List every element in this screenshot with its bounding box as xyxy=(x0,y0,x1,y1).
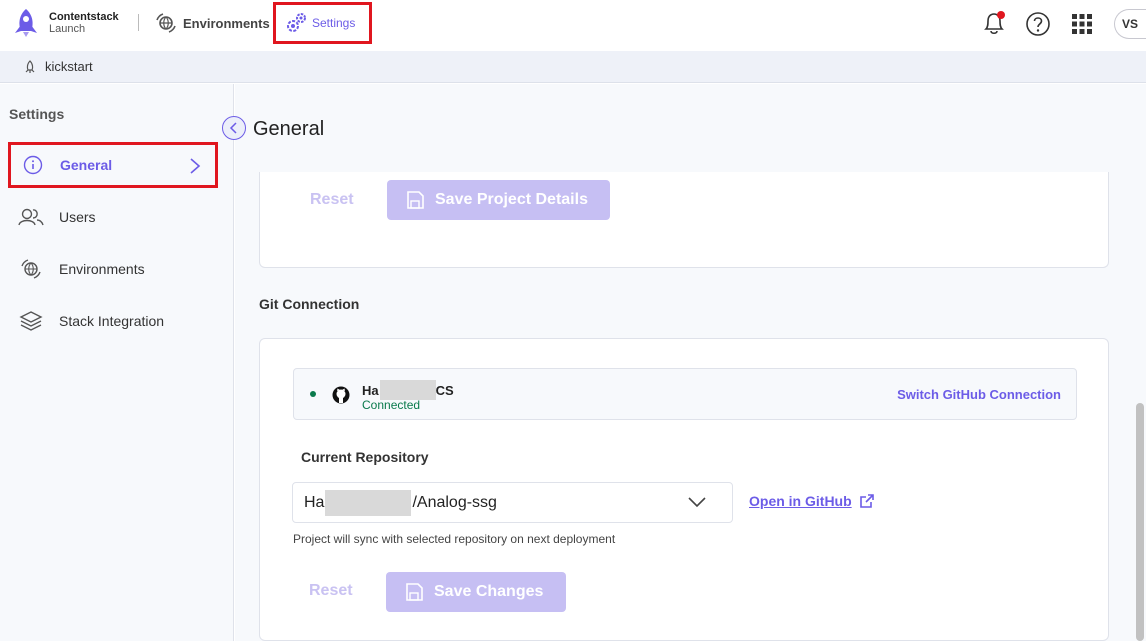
sidebar-item-environments[interactable]: Environments xyxy=(18,257,145,281)
save-icon xyxy=(406,583,423,601)
chevron-right-icon xyxy=(190,158,201,174)
save-changes-button[interactable]: Save Changes xyxy=(386,572,566,612)
chevron-down-icon xyxy=(688,497,706,508)
github-icon xyxy=(332,386,350,404)
nav-environments-label: Environments xyxy=(183,15,270,31)
brand-subtitle: Launch xyxy=(49,23,86,35)
gears-icon xyxy=(287,13,306,32)
project-bar: kickstart xyxy=(0,51,1146,83)
repo-suffix: /Analog-ssg xyxy=(412,493,497,511)
brand-name: Contentstack xyxy=(49,11,119,23)
help-icon[interactable] xyxy=(1025,11,1051,37)
github-connection-box: Ha CS Connected Switch GitHub Connection xyxy=(293,368,1077,420)
save-project-details-label: Save Project Details xyxy=(435,191,588,208)
users-icon xyxy=(18,208,44,226)
layers-icon xyxy=(19,311,43,331)
repository-sync-hint: Project will sync with selected reposito… xyxy=(293,532,616,546)
settings-sidebar: Settings General Users Environments Stac… xyxy=(0,84,234,641)
account-prefix: Ha xyxy=(362,382,379,398)
current-repository-label: Current Repository xyxy=(301,449,429,465)
rocket-icon xyxy=(15,9,37,37)
project-name[interactable]: kickstart xyxy=(45,59,93,74)
save-changes-label: Save Changes xyxy=(434,583,544,600)
main-content: General Reset Save Project Details Git C… xyxy=(235,84,1146,641)
open-in-github-label: Open in GitHub xyxy=(749,493,852,509)
sidebar-item-label: Stack Integration xyxy=(59,313,165,329)
sidebar-item-stack-integration[interactable]: Stack Integration xyxy=(18,309,164,333)
external-link-icon xyxy=(859,494,874,508)
collapse-sidebar-button[interactable] xyxy=(222,116,246,140)
info-icon xyxy=(23,155,43,175)
nav-settings-label: Settings xyxy=(312,16,356,30)
sidebar-title: Settings xyxy=(9,106,65,122)
user-avatar[interactable]: VS xyxy=(1114,9,1146,39)
environments-icon xyxy=(156,13,176,33)
rocket-small-icon xyxy=(25,59,35,73)
notification-bell-icon[interactable] xyxy=(981,9,1007,37)
connection-status: Connected xyxy=(362,398,421,412)
redacted-region xyxy=(379,380,436,400)
nav-settings[interactable]: Settings xyxy=(273,2,372,44)
sidebar-item-users[interactable]: Users xyxy=(18,205,96,229)
avatar-initials: VS xyxy=(1122,17,1139,31)
nav-environments[interactable]: Environments xyxy=(155,12,270,34)
save-icon xyxy=(407,191,424,209)
git-connection-card: Ha CS Connected Switch GitHub Connection… xyxy=(259,338,1109,641)
git-connection-title: Git Connection xyxy=(259,296,360,312)
open-in-github-link[interactable]: Open in GitHub xyxy=(749,493,875,509)
save-project-details-button[interactable]: Save Project Details xyxy=(387,180,610,220)
connected-status-dot xyxy=(310,391,316,397)
vertical-scrollbar[interactable] xyxy=(1136,403,1144,641)
switch-github-connection-link[interactable]: Switch GitHub Connection xyxy=(897,387,1061,402)
top-navigation: Contentstack Launch Environments Setting… xyxy=(0,0,1146,51)
apps-grid-icon[interactable] xyxy=(1072,14,1092,34)
sidebar-item-label: Environments xyxy=(59,261,145,277)
project-details-card: Reset Save Project Details xyxy=(259,172,1109,268)
reset-changes-button[interactable]: Reset xyxy=(309,582,353,600)
page-title: General xyxy=(253,118,325,140)
sidebar-item-label: General xyxy=(60,157,113,173)
repo-prefix: Ha xyxy=(304,493,325,511)
reset-project-details-button[interactable]: Reset xyxy=(310,191,354,209)
github-account-name: Ha CS xyxy=(362,380,454,400)
sidebar-item-label: Users xyxy=(59,209,96,225)
nav-divider xyxy=(138,14,139,31)
account-suffix: CS xyxy=(435,382,454,398)
repository-select[interactable]: Ha /Analog-ssg xyxy=(292,482,733,523)
brand-logo[interactable]: Contentstack Launch xyxy=(12,8,119,38)
sidebar-item-general[interactable]: General xyxy=(8,142,218,188)
environments-icon xyxy=(21,259,41,279)
redacted-region xyxy=(325,489,412,516)
chevron-left-icon xyxy=(229,122,237,134)
